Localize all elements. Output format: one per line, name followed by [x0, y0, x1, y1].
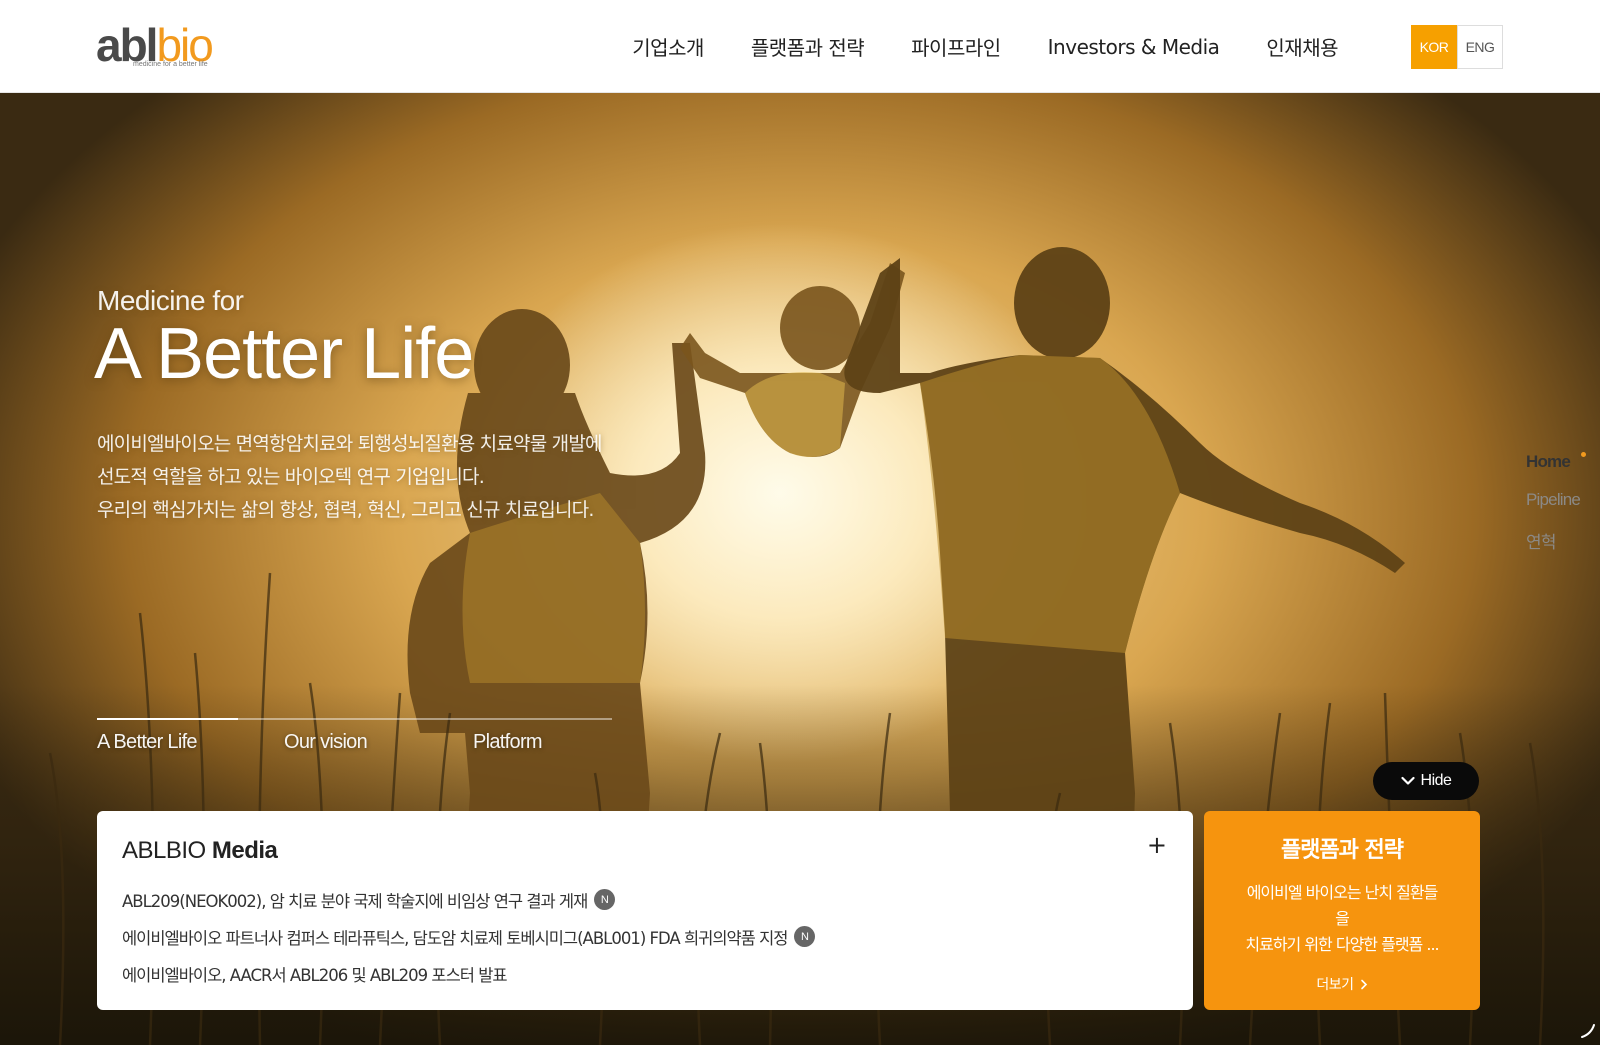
news-item-text: 에이비엘바이오, AACR서 ABL206 및 ABL209 포스터 발표: [122, 965, 508, 985]
chevron-right-icon: [1360, 979, 1367, 989]
nav-item-careers[interactable]: 인재채용: [1266, 32, 1338, 61]
new-badge: N: [594, 889, 616, 910]
platform-more-link[interactable]: 더보기: [1204, 974, 1480, 994]
new-badge: N: [794, 926, 816, 947]
news-item-text: ABL209(NEOK002), 암 치료 분야 국제 학술지에 비임상 연구 …: [122, 891, 588, 911]
site-header: ablbio medicine for a better life 기업소개 플…: [0, 0, 1600, 93]
logo-tagline: medicine for a better life: [133, 61, 208, 68]
side-nav-home[interactable]: Home: [1526, 452, 1580, 490]
nav-item-investors-media[interactable]: Investors & Media: [1048, 35, 1220, 59]
chevron-down-icon: [1400, 776, 1415, 785]
media-title-brand: ABLBIO: [122, 837, 206, 864]
hero-title: A Better Life: [94, 314, 474, 394]
news-item[interactable]: 에이비엘바이오, AACR서 ABL206 및 ABL209 포스터 발표: [122, 955, 815, 992]
platform-more-label: 더보기: [1316, 977, 1354, 993]
hero-description: 에이비엘바이오는 면역항암치료와 퇴행성뇌질환용 치료약물 개발에 선도적 역할…: [97, 428, 602, 527]
active-dot-icon: [1581, 452, 1586, 457]
nav-item-pipeline[interactable]: 파이프라인: [911, 32, 1001, 61]
slide-tab-platform[interactable]: Platform: [473, 731, 543, 754]
ablbio-logo[interactable]: ablbio medicine for a better life: [96, 22, 220, 70]
platform-description-line: 에이비엘 바이오는 난치 질환들: [1246, 883, 1439, 902]
slide-tabs: A Better Life Our vision Platform: [97, 718, 612, 758]
side-section-nav: Home Pipeline 연혁: [1526, 452, 1586, 566]
lang-eng-button[interactable]: ENG: [1457, 25, 1503, 69]
nav-item-platform[interactable]: 플랫폼과 전략: [751, 32, 865, 61]
media-title-media: Media: [211, 837, 278, 864]
platform-card-description: 에이비엘 바이오는 난치 질환들 을 치료하기 위한 다양한 플랫폼 ...: [1224, 880, 1460, 958]
news-item[interactable]: 에이비엘바이오 파트너사 컴퍼스 테라퓨틱스, 담도암 치료제 토베시미그(AB…: [122, 918, 816, 955]
lang-kor-button[interactable]: KOR: [1411, 25, 1457, 69]
hero-description-line: 선도적 역할을 하고 있는 바이오텍 연구 기업입니다.: [97, 466, 485, 488]
media-card: ABLBIO Media + ABL209(NEOK002), 암 치료 분야 …: [97, 811, 1193, 1010]
platform-strategy-card: 플랫폼과 전략 에이비엘 바이오는 난치 질환들 을 치료하기 위한 다양한 플…: [1204, 811, 1480, 1010]
hero-description-line: 우리의 핵심가치는 삶의 향상, 협력, 혁신, 그리고 신규 치료입니다.: [97, 499, 594, 521]
platform-card-title: 플랫폼과 전략: [1280, 838, 1404, 863]
side-nav-history[interactable]: 연혁: [1526, 528, 1580, 566]
media-card-title: ABLBIO Media: [122, 837, 278, 865]
plus-icon[interactable]: +: [1147, 833, 1167, 857]
news-list: ABL209(NEOK002), 암 치료 분야 국제 학술지에 비임상 연구 …: [122, 881, 816, 992]
hide-button-label: Hide: [1420, 772, 1452, 789]
main-nav: 기업소개 플랫폼과 전략 파이프라인 Investors & Media 인재채…: [632, 0, 1338, 93]
side-nav-pipeline[interactable]: Pipeline: [1526, 490, 1581, 528]
platform-description-line: 치료하기 위한 다양한 플랫폼 ...: [1245, 935, 1439, 954]
language-switcher: KOR ENG: [1411, 25, 1503, 69]
nav-item-company[interactable]: 기업소개: [632, 32, 704, 61]
slide-tab-our-vision[interactable]: Our vision: [284, 731, 368, 754]
news-item[interactable]: ABL209(NEOK002), 암 치료 분야 국제 학술지에 비임상 연구 …: [122, 881, 815, 918]
hide-button[interactable]: Hide: [1373, 762, 1479, 800]
slide-tab-a-better-life[interactable]: A Better Life: [97, 731, 198, 754]
scroll-indicator-icon: [1581, 1024, 1595, 1038]
news-item-text: 에이비엘바이오 파트너사 컴퍼스 테라퓨틱스, 담도암 치료제 토베시미그(AB…: [122, 928, 788, 948]
slide-tab-active-indicator: [97, 718, 238, 720]
platform-description-line: 을: [1335, 909, 1350, 928]
hero-description-line: 에이비엘바이오는 면역항암치료와 퇴행성뇌질환용 치료약물 개발에: [97, 433, 602, 455]
